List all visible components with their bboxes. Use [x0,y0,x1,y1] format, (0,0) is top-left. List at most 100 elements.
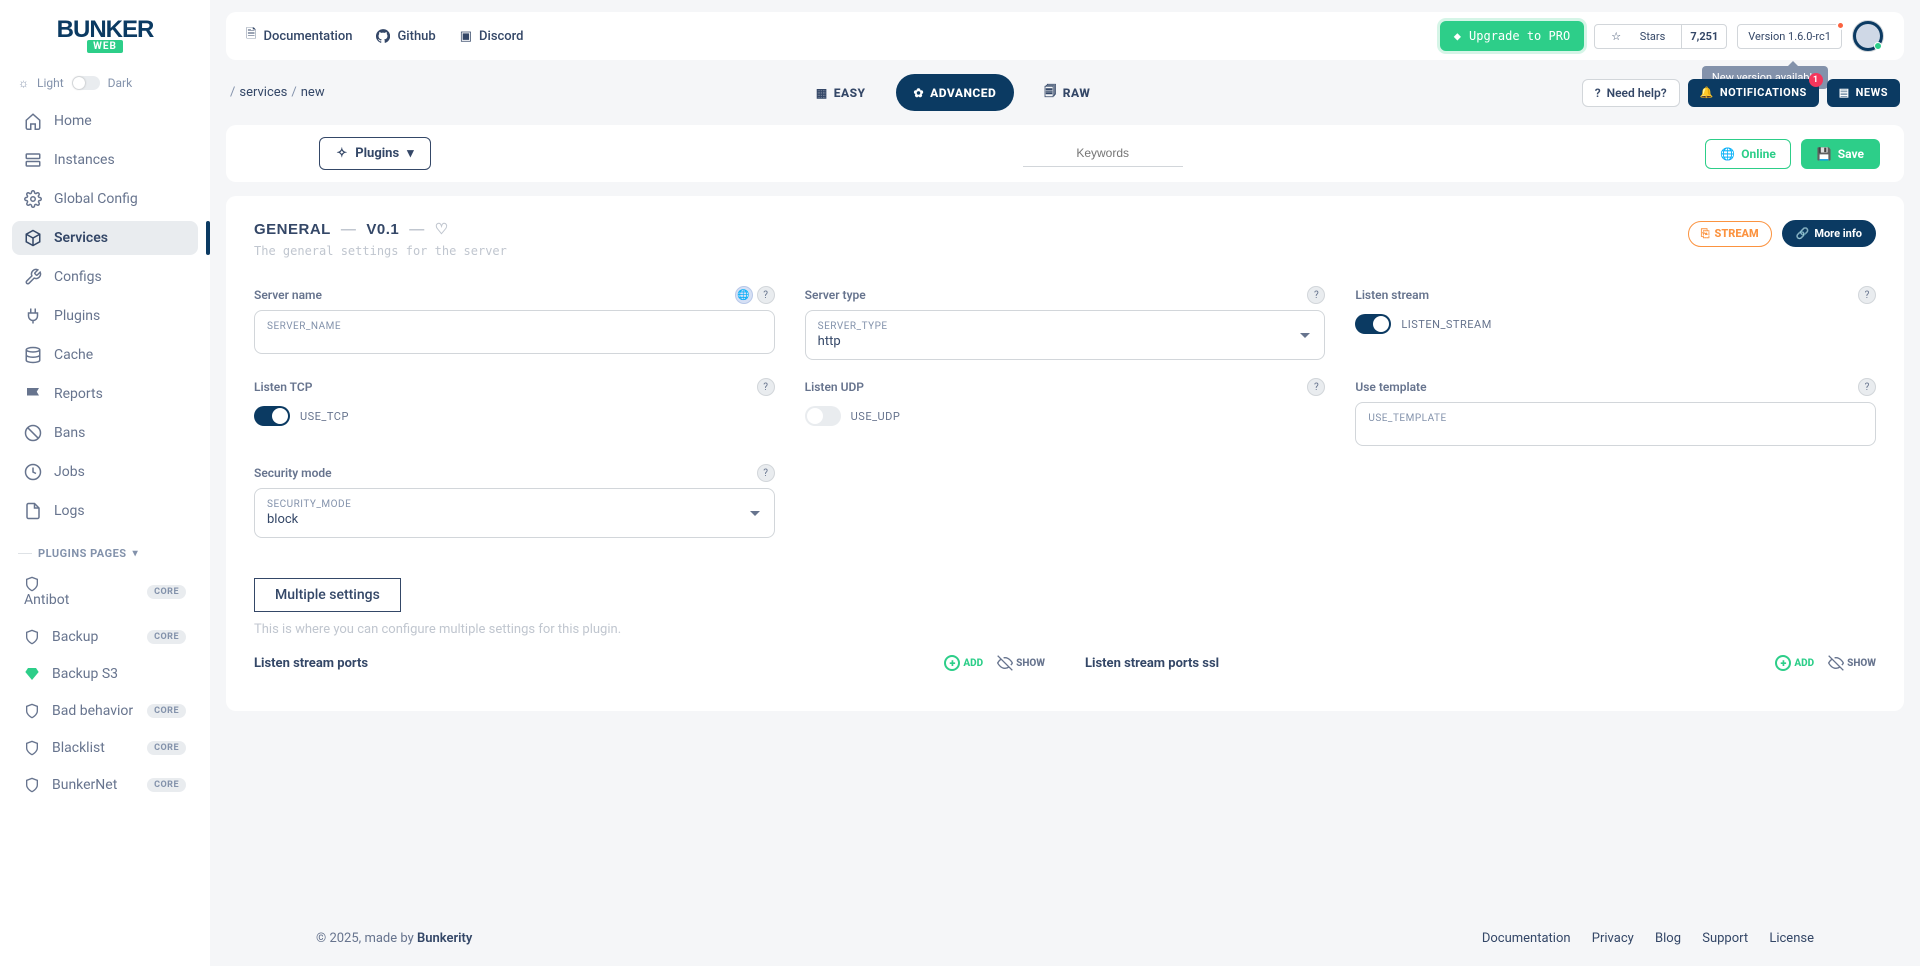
panel-title: GENERAL — V0.1 — ♡ [254,220,507,238]
multi-listen-ports: Listen stream ports +ADD SHOW [254,655,1045,671]
globe-icon[interactable]: 🌐 [735,286,753,304]
nav-global-config[interactable]: Global Config [12,182,198,216]
gear-icon [24,190,42,208]
nav-home[interactable]: Home [12,104,198,138]
nav-label: Instances [54,152,115,168]
notifications-button[interactable]: 🔔NOTIFICATIONS1 [1688,79,1819,107]
help-icon[interactable]: ? [757,464,775,482]
help-button[interactable]: ?Need help? [1582,79,1680,107]
server-name-input[interactable]: SERVER_NAME [254,310,775,354]
help-icon[interactable]: ? [757,286,775,304]
online-label: Online [1741,147,1776,161]
field-label: Use template [1355,380,1426,394]
online-button[interactable]: 🌐 Online [1705,139,1791,169]
link-discord[interactable]: ▣Discord [460,25,524,47]
upgrade-label: Upgrade to PRO [1469,29,1570,43]
breadcrumb-services[interactable]: services [239,85,287,100]
listen-udp-toggle[interactable] [805,406,841,426]
multi-label: Listen stream ports ssl [1085,656,1219,671]
help-icon[interactable]: ? [1858,286,1876,304]
link-github[interactable]: Github [376,25,435,47]
plugin-bad-behavior[interactable]: Bad behaviorCORE [12,695,198,727]
plugin-backup-s3[interactable]: Backup S3 [12,658,198,690]
upgrade-button[interactable]: ◆Upgrade to PRO [1440,21,1584,51]
footer-docs[interactable]: Documentation [1482,931,1571,946]
add-button[interactable]: +ADD [1775,655,1814,671]
copyright: © 2025, made by [316,931,417,946]
theme-toggle[interactable] [72,76,100,90]
shield-icon [24,629,40,645]
mode-label: RAW [1063,86,1091,100]
add-button[interactable]: +ADD [944,655,983,671]
multi-listen-ports-ssl: Listen stream ports ssl +ADD SHOW [1085,655,1876,671]
sidebar: BUNKER WEB ☼ Light Dark Home Instances G… [0,0,210,966]
listen-stream-toggle[interactable] [1355,314,1391,334]
footer-blog[interactable]: Blog [1655,931,1681,946]
footer-privacy[interactable]: Privacy [1592,931,1634,946]
news-label: NEWS [1856,86,1888,99]
server-type-select[interactable]: SERVER_TYPEhttp [805,310,1326,360]
help-icon[interactable]: ? [1307,378,1325,396]
plugin-version: V0.1 [366,221,399,238]
news-icon: ▤ [1839,86,1850,99]
save-label: Save [1838,147,1864,161]
mode-advanced[interactable]: ✿ADVANCED [896,74,1015,111]
plugin-bunkernet[interactable]: BunkerNetCORE [12,769,198,801]
mode-easy[interactable]: ▦EASY [798,74,884,111]
nav-label: Home [54,113,92,129]
save-button[interactable]: 💾Save [1801,139,1880,169]
nav-jobs[interactable]: Jobs [12,455,198,489]
show-button[interactable]: SHOW [1828,655,1876,671]
plugins-dropdown[interactable]: ✧Plugins▾ [319,137,430,170]
plugins-section-header[interactable]: PLUGINS PAGES ▾ [0,533,210,568]
footer-support[interactable]: Support [1702,931,1748,946]
globe-icon: 🌐 [1720,147,1735,161]
plugin-backup[interactable]: BackupCORE [12,621,198,653]
show-button[interactable]: SHOW [997,655,1045,671]
breadcrumb-current: new [301,85,325,100]
bell-icon: 🔔 [1700,86,1714,99]
help-icon[interactable]: ? [757,378,775,396]
version-box[interactable]: Version 1.6.0-rc1 [1737,24,1842,49]
search-input[interactable] [1023,140,1183,167]
nav-logs[interactable]: Logs [12,494,198,528]
multi-desc: This is where you can configure multiple… [254,622,1876,637]
use-template-input[interactable]: USE_TEMPLATE [1355,402,1876,446]
field-label: Security mode [254,466,332,480]
core-badge: CORE [147,585,186,599]
nav-services[interactable]: Services [12,221,198,255]
brand-link[interactable]: Bunkerity [417,931,472,946]
plugin-antibot[interactable]: Antibot CORE [12,568,198,616]
plus-icon: + [944,655,960,671]
footer-license[interactable]: License [1769,931,1814,946]
link-label: Discord [479,29,523,44]
multi-title: Multiple settings [254,578,401,612]
help-icon[interactable]: ? [1858,378,1876,396]
github-stars[interactable]: ☆ Stars7,251 [1594,24,1727,49]
help-icon[interactable]: ? [1307,286,1325,304]
star-icon: ☆ [1603,25,1629,48]
stars-count: 7,251 [1681,25,1726,48]
nav-label: Jobs [54,464,85,480]
nav-reports[interactable]: Reports [12,377,198,411]
field-listen-stream: Listen stream ? LISTEN_STREAM [1355,286,1876,360]
shield-icon [24,703,40,719]
nav-configs[interactable]: Configs [12,260,198,294]
plugin-label: Antibot [24,592,69,608]
user-avatar[interactable] [1852,20,1884,52]
news-button[interactable]: ▤ NEWS [1827,79,1900,107]
logo[interactable]: BUNKER WEB [0,10,210,68]
flag-icon [24,385,42,403]
more-info-button[interactable]: 🔗More info [1782,220,1876,247]
link-documentation[interactable]: 🗎Documentation [246,25,352,47]
nav-cache[interactable]: Cache [12,338,198,372]
nav-bans[interactable]: Bans [12,416,198,450]
mode-raw[interactable]: 🗐RAW [1026,74,1108,111]
security-mode-select[interactable]: SECURITY_MODEblock [254,488,775,538]
nav-instances[interactable]: Instances [12,143,198,177]
plugin-blacklist[interactable]: BlacklistCORE [12,732,198,764]
field-server-type: Server type ? SERVER_TYPEhttp [805,286,1326,360]
toggle-label: USE_UDP [851,410,901,423]
listen-tcp-toggle[interactable] [254,406,290,426]
nav-plugins[interactable]: Plugins [12,299,198,333]
